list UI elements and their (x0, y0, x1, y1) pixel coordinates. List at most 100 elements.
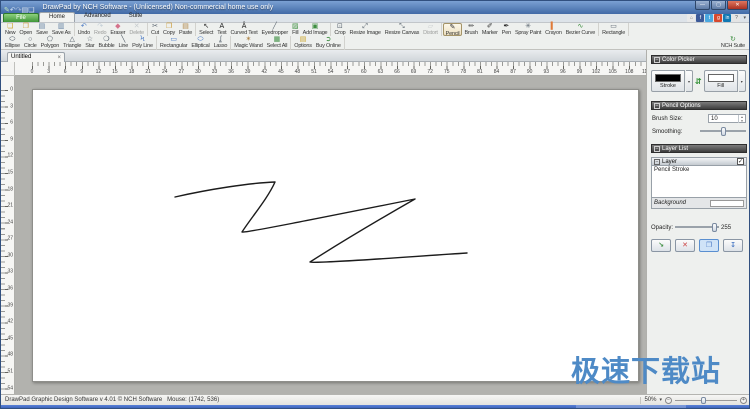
pencil-options-header[interactable]: − Pencil Options (651, 101, 747, 110)
ribbon-new-button[interactable]: ❏New (3, 23, 17, 36)
twitter-icon[interactable]: t (705, 14, 713, 22)
zoom-dropdown-icon[interactable]: ▾ (659, 397, 662, 403)
ribbon-line-button[interactable]: ╲Line (116, 36, 130, 50)
ribbon-resize-canvas-button[interactable]: ⤡Resize Canvas (383, 23, 421, 36)
ribbon-marker-button[interactable]: ✐Marker (480, 23, 500, 36)
zoom-in-button[interactable]: + (740, 397, 747, 404)
ribbon-lasso-button[interactable]: ʆLasso (212, 36, 230, 50)
layer-list-header[interactable]: − Layer List (651, 144, 747, 153)
help-dropdown-icon[interactable]: ▾ (743, 15, 746, 21)
layer-items-list[interactable]: Pencil Stroke (651, 166, 747, 198)
stroke-color-dropdown[interactable]: ▾ (686, 70, 693, 92)
magic-wand-icon: ✶ (246, 36, 252, 43)
ribbon-circle-button[interactable]: ○Circle (22, 36, 39, 50)
ribbon-eraser-button[interactable]: ◆Eraser (108, 23, 127, 36)
googleplus-icon[interactable]: g (714, 14, 722, 22)
nch-suite-button[interactable]: ↻NCH Suite (719, 36, 747, 49)
ribbon-resize-image-button[interactable]: ⤢Resize Image (348, 23, 383, 36)
brush-size-spinner[interactable]: ▴ ▾ (738, 115, 745, 123)
ribbon-buy-online-button[interactable]: ➲Buy Online (314, 36, 343, 50)
tab-close-icon[interactable]: × (57, 54, 61, 62)
layer-item-pencil-stroke[interactable]: Pencil Stroke (654, 167, 744, 173)
ribbon-text-button[interactable]: AText (215, 23, 228, 36)
ribbon-rectangular-button[interactable]: ▭Rectangular (158, 36, 189, 50)
add-layer-button[interactable]: ↘ (651, 239, 671, 252)
ribbon-poly-line-button[interactable]: ϞPoly Line (130, 36, 155, 50)
ribbon-brush-button[interactable]: ✏Brush (462, 23, 479, 36)
zoom-slider[interactable] (675, 396, 737, 405)
ribbon-distort-button[interactable]: ▱Distort (421, 23, 440, 36)
zoom-out-button[interactable]: − (665, 397, 672, 404)
ribbon-polygon-button[interactable]: ⬠Polygon (39, 36, 61, 50)
ribbon-pencil-button[interactable]: ✎Pencil (443, 23, 463, 36)
collapse-icon[interactable]: − (654, 103, 660, 109)
smoothing-slider[interactable] (700, 127, 746, 136)
ribbon-rectangle-button[interactable]: ▭Rectangle (600, 23, 627, 36)
zoom-level[interactable]: 50% (644, 397, 656, 403)
ribbon-spray-paint-button[interactable]: ✳Spray Paint (513, 23, 543, 36)
ribbon-triangle-button[interactable]: △Triangle (61, 36, 83, 50)
layer-collapse-icon[interactable]: − (654, 159, 660, 165)
background-color-swatch[interactable] (710, 200, 744, 207)
ribbon-add-image-button[interactable]: ▣Add Image (301, 23, 330, 36)
tab-advanced[interactable]: Advanced (75, 12, 120, 22)
ribbon-options-button[interactable]: ▤Options (292, 36, 314, 50)
ribbon-cut-button[interactable]: ✂Cut (149, 23, 161, 36)
drawing-canvas[interactable] (32, 89, 639, 382)
ribbon-undo-button[interactable]: ↶Undo (76, 23, 92, 36)
brush-size-input[interactable]: 10 ▴ ▾ (708, 114, 746, 123)
ribbon-open-button[interactable]: ❐Open (17, 23, 34, 36)
help-icon[interactable]: ? (732, 14, 740, 22)
delete-layer-button[interactable]: ✕ (675, 239, 695, 252)
ribbon-delete-button[interactable]: ✕Delete (127, 23, 146, 36)
ribbon-crayon-button[interactable]: ▍Crayon (543, 23, 564, 36)
duplicate-layer-button[interactable]: ❐ (699, 239, 719, 252)
tab-suite[interactable]: Suite (120, 12, 152, 22)
merge-down-button[interactable]: ↧ (723, 239, 743, 252)
ribbon-eyedropper-button[interactable]: ╱Eyedropper (260, 23, 290, 36)
opacity-slider[interactable] (675, 223, 719, 232)
layer-visibility-checkbox[interactable]: ✓ (737, 158, 744, 165)
ribbon-fill-button[interactable]: ▨Fill (290, 23, 301, 36)
file-menu-button[interactable]: File (3, 13, 39, 22)
ribbon-crop-button[interactable]: ⊡Crop (332, 23, 347, 36)
layer-group-row[interactable]: − Layer ✓ (651, 157, 747, 166)
ribbon-magic-wand-button[interactable]: ✶Magic Wand (232, 36, 264, 50)
tab-home[interactable]: Home (39, 12, 75, 22)
collapse-icon[interactable]: − (654, 57, 660, 63)
document-tab-untitled[interactable]: Untitled × (7, 52, 65, 62)
background-layer-row[interactable]: Background (651, 198, 747, 209)
minimize-button[interactable]: — (695, 1, 710, 10)
zoom-slider-thumb[interactable] (701, 397, 706, 404)
fill-color-dropdown[interactable]: ▾ (739, 70, 746, 92)
ribbon-select-button[interactable]: ↖Select (197, 23, 215, 36)
h-ruler-label: 69 (411, 69, 417, 75)
stroke-color-button[interactable]: Stroke (651, 70, 685, 92)
ribbon-ellipse-button[interactable]: ⬭Ellipse (3, 36, 22, 50)
ribbon-curved-text-button[interactable]: ÂCurved Text (229, 23, 260, 36)
ribbon-star-button[interactable]: ☆Star (83, 36, 96, 50)
ribbon-paste-button[interactable]: ▤Paste (177, 23, 194, 36)
fill-color-button[interactable]: Fill (704, 70, 738, 92)
close-button[interactable]: ✕ (727, 1, 748, 10)
facebook-icon[interactable]: f (696, 14, 704, 22)
swap-colors-icon[interactable]: ⇵ (695, 77, 702, 86)
linkedin-icon[interactable]: in (723, 14, 731, 22)
ribbon-save-button[interactable]: ▤Save (34, 23, 50, 36)
ribbon-redo-button[interactable]: ↷Redo (92, 23, 108, 36)
ribbon-bezier-curve-button[interactable]: ∿Bezier Curve (564, 23, 597, 36)
ribbon-select-all-button[interactable]: ▦Select All (265, 36, 290, 50)
share-icon[interactable]: ⌂ (687, 14, 695, 22)
ribbon-bubble-button[interactable]: ❍Bubble (97, 36, 117, 50)
maximize-button[interactable]: ▢ (711, 1, 726, 10)
spinner-down-icon[interactable]: ▾ (741, 119, 743, 123)
collapse-icon[interactable]: − (654, 146, 660, 152)
ribbon-copy-button[interactable]: ❐Copy (161, 23, 177, 36)
ribbon-save-as-button[interactable]: ▥Save As (50, 23, 73, 36)
ribbon-nch-suite-button[interactable]: ↻NCH Suite (719, 36, 747, 49)
opacity-thumb[interactable] (712, 223, 717, 232)
color-picker-header[interactable]: − Color Picker (651, 55, 747, 64)
smoothing-thumb[interactable] (721, 127, 726, 136)
ribbon-elliptical-button[interactable]: ⬭Elliptical (189, 36, 211, 50)
ribbon-pen-button[interactable]: ✒Pen (500, 23, 513, 36)
